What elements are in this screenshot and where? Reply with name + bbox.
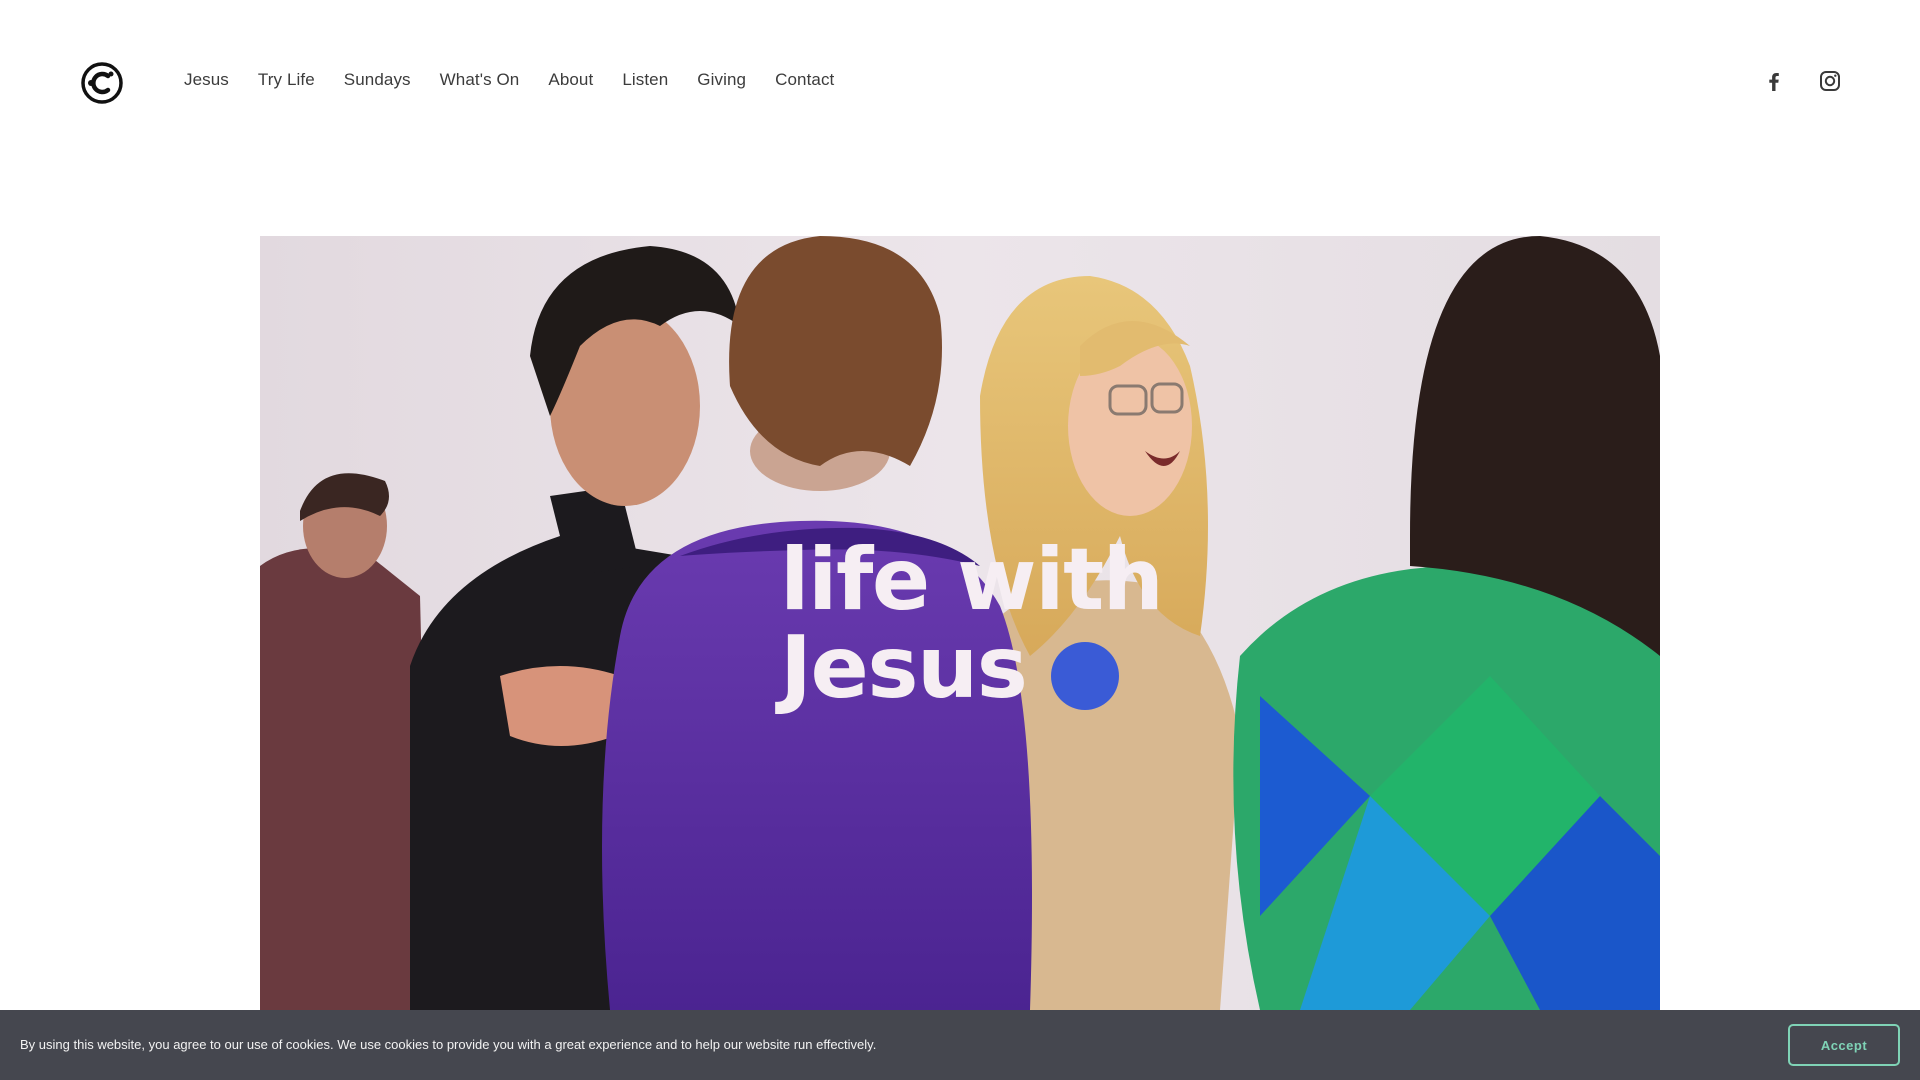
nav-item-contact[interactable]: Contact bbox=[775, 70, 834, 90]
social-links bbox=[1762, 69, 1842, 93]
cookie-message: By using this website, you agree to our … bbox=[20, 1037, 877, 1052]
nav-item-whats-on[interactable]: What's On bbox=[440, 70, 520, 90]
facebook-icon[interactable] bbox=[1762, 69, 1786, 93]
hero-image: life with Jesus bbox=[260, 236, 1660, 1010]
hero-headline-line1: life with bbox=[780, 530, 1164, 630]
accept-cookies-button[interactable]: Accept bbox=[1788, 1024, 1900, 1066]
nav-item-giving[interactable]: Giving bbox=[697, 70, 746, 90]
nav-item-jesus[interactable]: Jesus bbox=[184, 70, 229, 90]
nav-item-listen[interactable]: Listen bbox=[622, 70, 668, 90]
hero-blue-dot bbox=[1051, 642, 1119, 710]
nav-item-try-life[interactable]: Try Life bbox=[258, 70, 315, 90]
site-header: Jesus Try Life Sundays What's On About L… bbox=[0, 0, 1920, 165]
nav-item-sundays[interactable]: Sundays bbox=[344, 70, 411, 90]
main-nav: Jesus Try Life Sundays What's On About L… bbox=[184, 70, 834, 90]
nav-item-about[interactable]: About bbox=[548, 70, 593, 90]
cookie-banner: By using this website, you agree to our … bbox=[0, 1010, 1920, 1080]
instagram-icon[interactable] bbox=[1818, 69, 1842, 93]
church-logo-icon[interactable] bbox=[81, 62, 123, 104]
